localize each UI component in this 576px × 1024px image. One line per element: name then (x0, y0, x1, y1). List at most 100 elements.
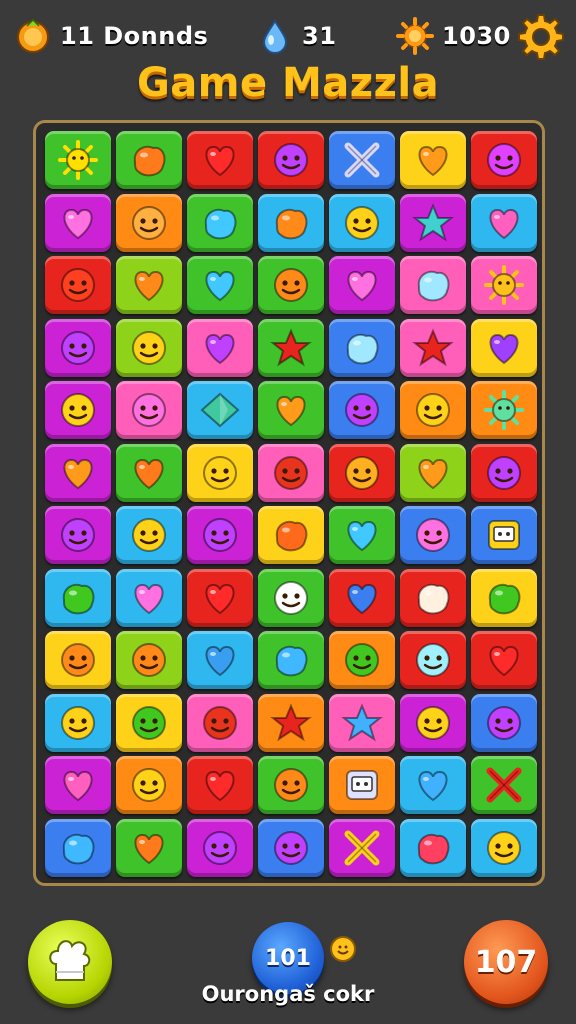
tile-r5-c4[interactable] (258, 381, 324, 439)
tile-r2-c6[interactable] (400, 193, 466, 252)
tile-r8-c3[interactable] (187, 568, 253, 627)
face-icon (487, 143, 521, 177)
tile-r9-c2[interactable] (116, 631, 182, 689)
tile-r2-c2[interactable] (116, 193, 182, 252)
tile-r9-c6[interactable] (400, 631, 466, 689)
tile-r5-c7[interactable] (471, 381, 537, 439)
tile-r6-c3[interactable] (187, 443, 253, 502)
tile-r9-c3[interactable] (187, 631, 253, 689)
tile-r5-c6[interactable] (400, 381, 466, 439)
tile-r12-c6[interactable] (400, 818, 466, 877)
tile-r5-c2[interactable] (116, 381, 182, 439)
tile-r9-c4[interactable] (258, 631, 324, 689)
tile-r6-c6[interactable] (400, 443, 466, 502)
tile-r4-c3[interactable] (187, 318, 253, 377)
star-icon (412, 202, 454, 241)
face-icon (274, 830, 308, 865)
tile-r8-c1[interactable] (45, 568, 111, 627)
tile-r8-c6[interactable] (400, 568, 466, 627)
tile-r7-c5[interactable] (329, 506, 395, 564)
moves-button[interactable]: 107 (464, 920, 548, 1004)
tile-r9-c5[interactable] (329, 631, 395, 689)
tile-r4-c2[interactable] (116, 318, 182, 377)
tile-r10-c4[interactable] (258, 693, 324, 752)
tile-r7-c6[interactable] (400, 506, 466, 564)
tile-r8-c5[interactable] (329, 568, 395, 627)
tile-r8-c4[interactable] (258, 568, 324, 627)
tile-r12-c5[interactable] (329, 818, 395, 877)
tile-r1-c4[interactable] (258, 131, 324, 189)
tile-r9-c1[interactable] (45, 631, 111, 689)
tile-r10-c7[interactable] (471, 693, 537, 752)
tile-r6-c1[interactable] (45, 443, 111, 502)
tile-r9-c7[interactable] (471, 631, 537, 689)
tile-r3-c5[interactable] (329, 256, 395, 314)
tile-r3-c4[interactable] (258, 256, 324, 314)
tile-r12-c1[interactable] (45, 818, 111, 877)
tile-r4-c4[interactable] (258, 318, 324, 377)
tile-r2-c7[interactable] (471, 193, 537, 252)
tile-r2-c3[interactable] (187, 193, 253, 252)
tile-r12-c4[interactable] (258, 818, 324, 877)
tile-r12-c3[interactable] (187, 818, 253, 877)
star-icon (270, 702, 312, 741)
tile-r4-c1[interactable] (45, 318, 111, 377)
tile-r6-c7[interactable] (471, 443, 537, 502)
tile-r11-c2[interactable] (116, 756, 182, 814)
tile-r2-c5[interactable] (329, 193, 395, 252)
tile-r3-c7[interactable] (471, 256, 537, 314)
tile-r1-c2[interactable] (116, 131, 182, 189)
tile-r11-c5[interactable] (329, 756, 395, 814)
tile-r7-c2[interactable] (116, 506, 182, 564)
tile-r4-c6[interactable] (400, 318, 466, 377)
tile-r3-c2[interactable] (116, 256, 182, 314)
tile-r8-c7[interactable] (471, 568, 537, 627)
tile-r6-c5[interactable] (329, 443, 395, 502)
tile-r1-c3[interactable] (187, 131, 253, 189)
box-icon (346, 770, 378, 800)
tile-r1-c6[interactable] (400, 131, 466, 189)
tile-r6-c2[interactable] (116, 443, 182, 502)
tile-r12-c2[interactable] (116, 818, 182, 877)
heart-icon (63, 458, 93, 489)
tile-r11-c4[interactable] (258, 756, 324, 814)
tile-r5-c1[interactable] (45, 381, 111, 439)
tile-r10-c1[interactable] (45, 693, 111, 752)
tile-r6-c4[interactable] (258, 443, 324, 502)
tile-r10-c6[interactable] (400, 693, 466, 752)
tile-r7-c7[interactable] (471, 506, 537, 564)
tile-r11-c1[interactable] (45, 756, 111, 814)
face-icon (61, 268, 95, 302)
tile-r3-c6[interactable] (400, 256, 466, 314)
face-icon (132, 205, 166, 240)
face-icon (274, 143, 308, 177)
tile-r12-c7[interactable] (471, 818, 537, 877)
tile-r11-c7[interactable] (471, 756, 537, 814)
tile-r1-c5[interactable] (329, 131, 395, 189)
tile-r11-c6[interactable] (400, 756, 466, 814)
tile-r1-c7[interactable] (471, 131, 537, 189)
tile-r1-c1[interactable] (45, 131, 111, 189)
tile-r7-c4[interactable] (258, 506, 324, 564)
tile-r5-c3[interactable] (187, 381, 253, 439)
blob-icon (346, 333, 379, 364)
tile-r4-c7[interactable] (471, 318, 537, 377)
tile-r10-c2[interactable] (116, 693, 182, 752)
tile-r7-c3[interactable] (187, 506, 253, 564)
tile-r2-c1[interactable] (45, 193, 111, 252)
tile-r10-c3[interactable] (187, 693, 253, 752)
tile-r3-c1[interactable] (45, 256, 111, 314)
star-icon (412, 327, 454, 366)
tile-r5-c5[interactable] (329, 381, 395, 439)
tile-r8-c2[interactable] (116, 568, 182, 627)
heart-icon (489, 646, 519, 677)
tile-r3-c3[interactable] (187, 256, 253, 314)
tile-r4-c5[interactable] (329, 318, 395, 377)
tile-r2-c4[interactable] (258, 193, 324, 252)
face-icon (345, 643, 379, 677)
face-icon (416, 643, 450, 677)
tile-r7-c1[interactable] (45, 506, 111, 564)
gear-icon[interactable] (516, 12, 566, 62)
tile-r11-c3[interactable] (187, 756, 253, 814)
tile-r10-c5[interactable] (329, 693, 395, 752)
